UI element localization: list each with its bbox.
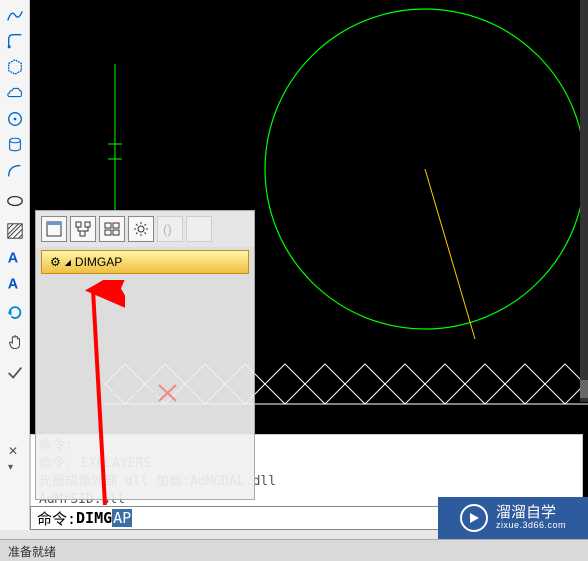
corner-mark: ◢ (65, 258, 71, 267)
watermark-sub: zixue.3d66.com (496, 521, 566, 531)
status-text: 准备就绪 (8, 545, 56, 559)
brackets-tab-icon[interactable]: () (157, 216, 183, 242)
svg-text:(): () (163, 222, 172, 237)
autocomplete-tabs: () (36, 211, 254, 247)
tree-tab-icon[interactable] (70, 216, 96, 242)
autocomplete-popup: () ⚙ ◢ DIMGAP (35, 210, 255, 500)
grid-tab-icon[interactable] (99, 216, 125, 242)
autocomplete-item-dimgap[interactable]: ⚙ ◢ DIMGAP (41, 250, 249, 274)
close-icon[interactable]: ✕ (8, 444, 18, 458)
vertical-scrollbar[interactable] (580, 0, 588, 402)
fillet-icon[interactable] (3, 29, 27, 53)
pan-icon[interactable] (3, 331, 27, 355)
scrollbar-handle[interactable] (580, 380, 588, 398)
dropdown-icon[interactable]: ▾ (8, 462, 13, 473)
gear-icon: ⚙ (50, 255, 61, 269)
polygon-icon[interactable] (3, 55, 27, 79)
autocomplete-item-label: DIMGAP (75, 255, 122, 269)
watermark-title: 溜溜自学 (496, 505, 566, 522)
window-tab-icon[interactable] (41, 216, 67, 242)
svg-text:A: A (7, 276, 18, 292)
watermark-logo-icon (460, 504, 488, 532)
watermark: 溜溜自学 zixue.3d66.com (438, 497, 588, 539)
status-bar: 准备就绪 (0, 539, 588, 561)
hatch-icon[interactable] (3, 219, 27, 243)
cloud-icon[interactable] (3, 81, 27, 105)
blank-tab-icon[interactable] (186, 216, 212, 242)
text-a-icon[interactable]: A (3, 245, 27, 269)
arc-tool-icon[interactable] (3, 159, 27, 183)
command-typed: DIMG (76, 509, 112, 527)
spline-icon[interactable] (3, 3, 27, 27)
command-selection: AP (112, 509, 132, 527)
command-prompt: 命令: (37, 508, 76, 529)
text-a2-icon[interactable]: A (3, 271, 27, 295)
refresh-icon[interactable] (3, 301, 27, 325)
svg-text:A: A (7, 250, 18, 266)
autocomplete-body (36, 277, 254, 457)
circle-tool-icon[interactable] (3, 107, 27, 131)
check-icon[interactable] (3, 361, 27, 385)
cylinder-icon[interactable] (3, 133, 27, 157)
ellipse-icon[interactable] (3, 189, 27, 213)
gear-tab-icon[interactable] (128, 216, 154, 242)
